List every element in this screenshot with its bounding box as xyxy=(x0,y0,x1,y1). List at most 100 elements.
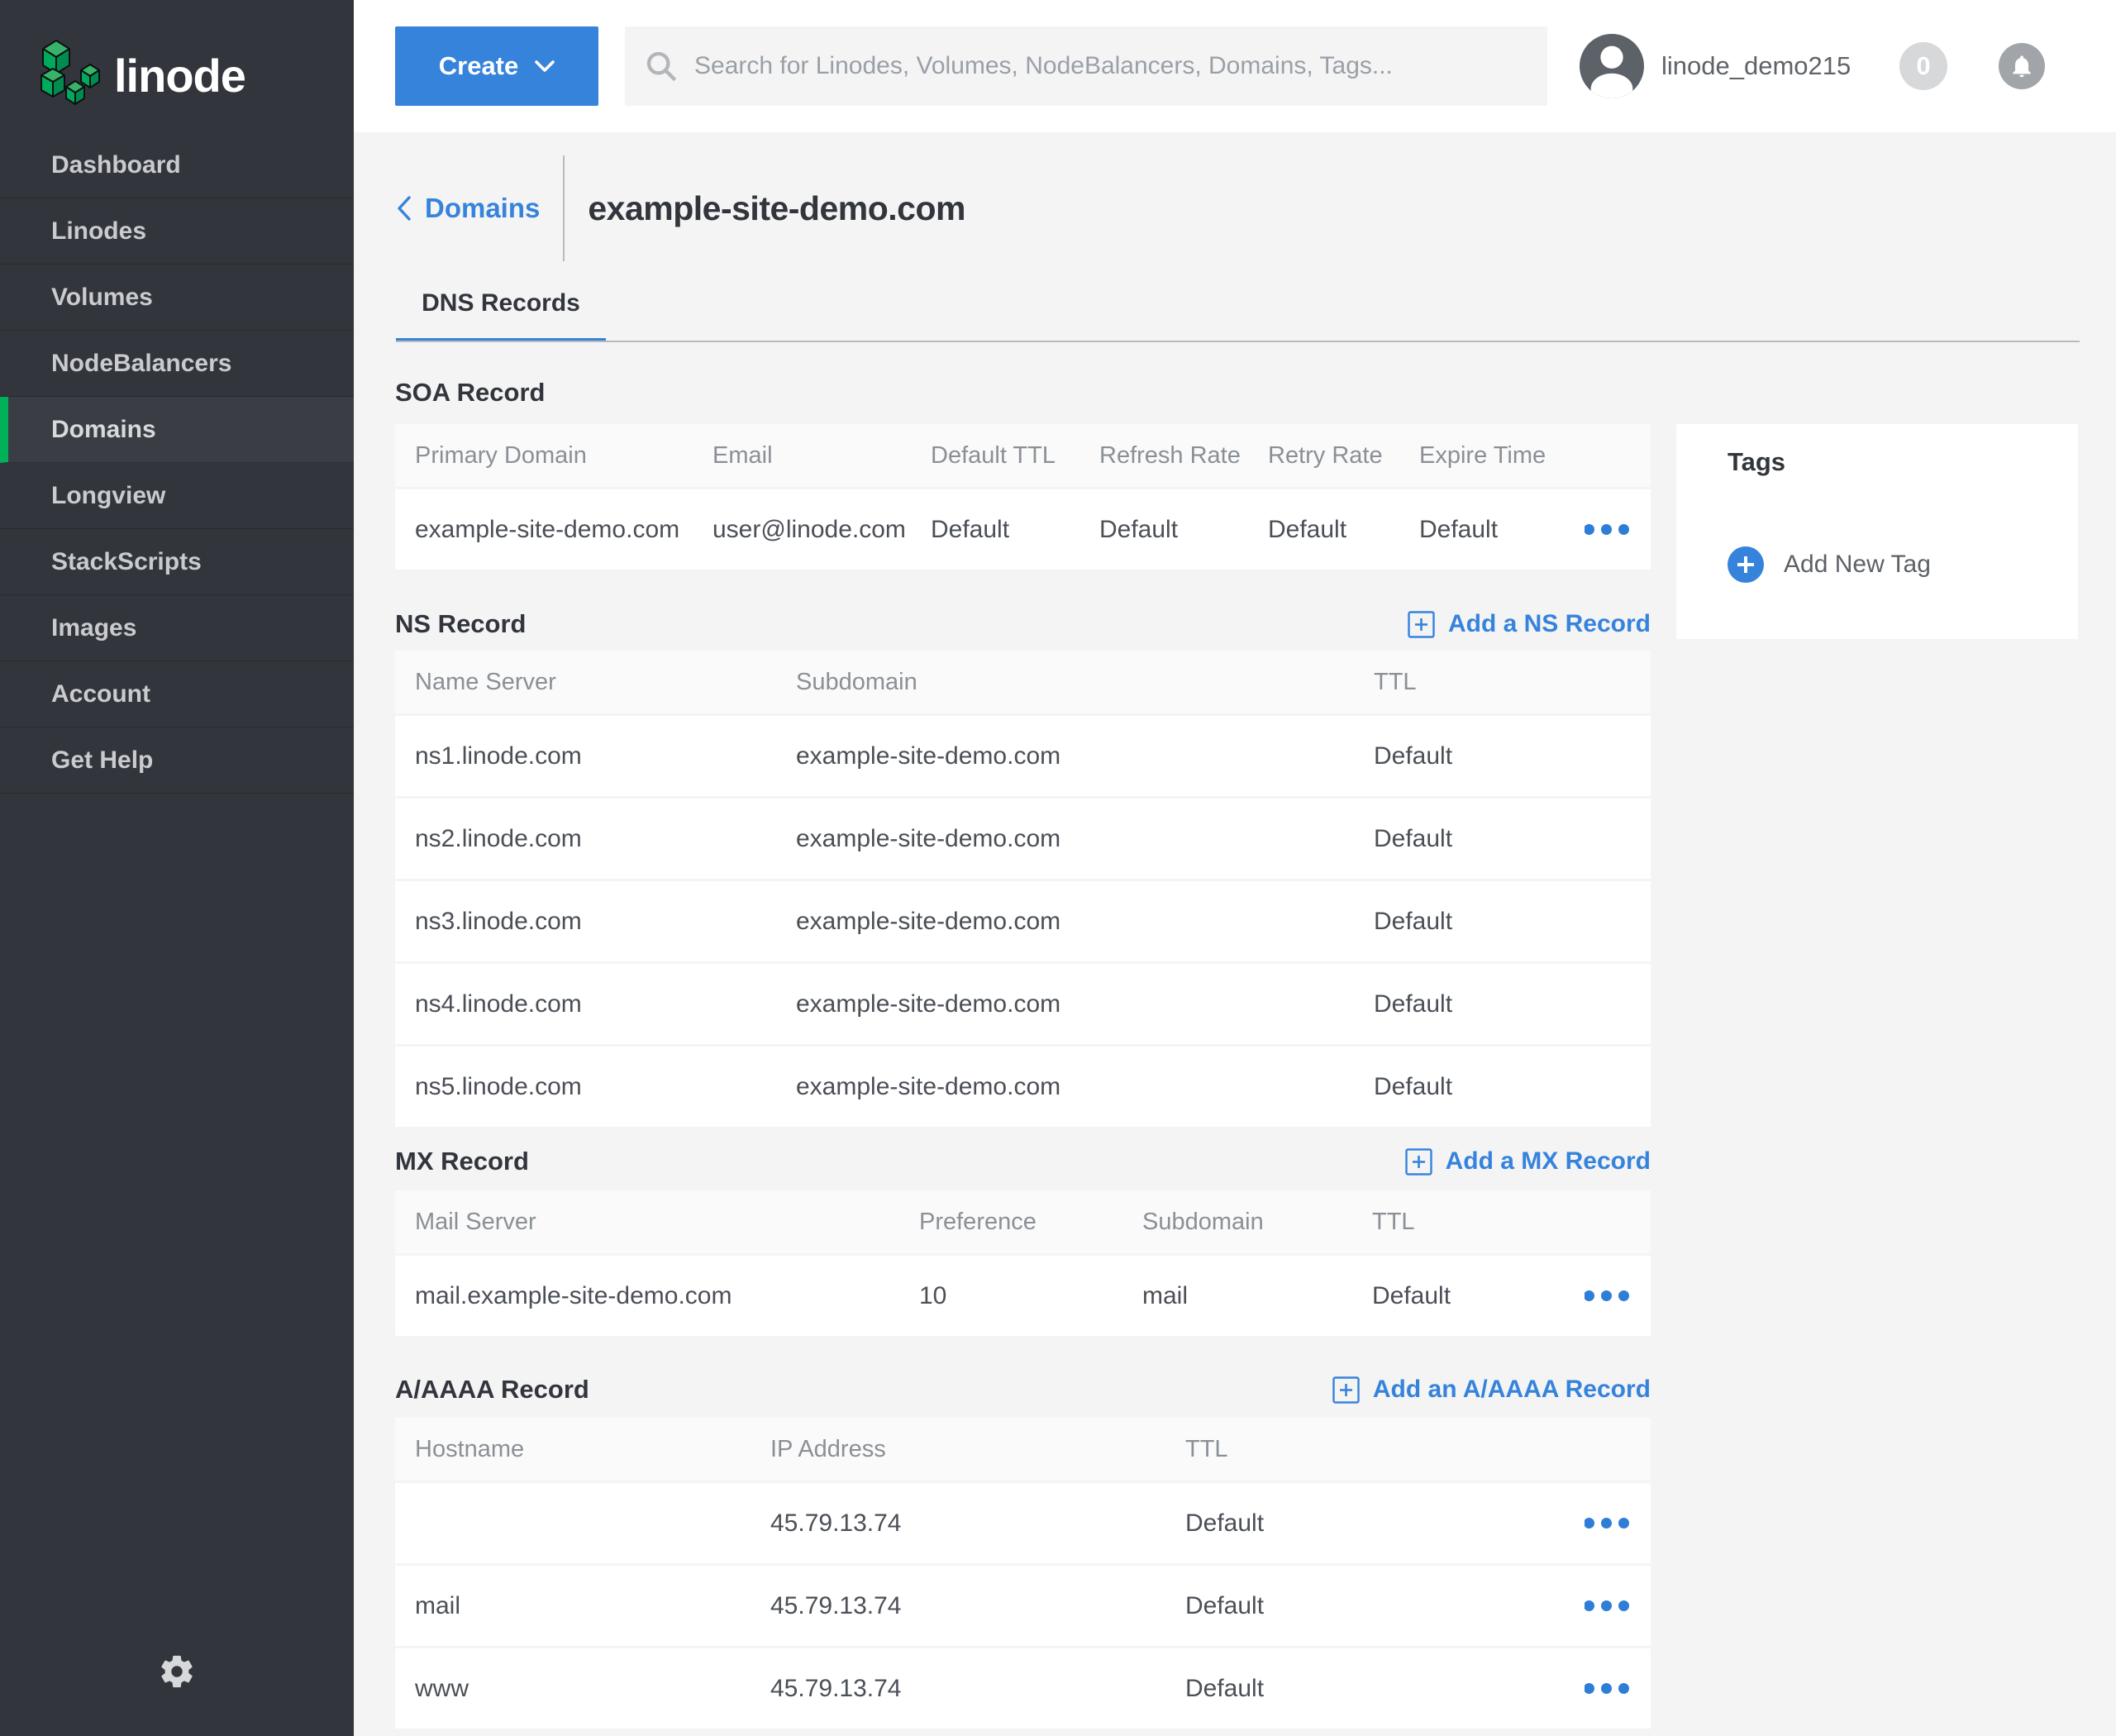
add-new-tag-button[interactable]: Add New Tag xyxy=(1728,546,1931,583)
table-row: mail.example-site-demo.com 10 mail Defau… xyxy=(395,1256,1651,1336)
sidebar: linode Dashboard Linodes Volumes NodeBal… xyxy=(0,0,354,1736)
tags-heading: Tags xyxy=(1728,447,1785,477)
gear-icon[interactable] xyxy=(158,1653,196,1691)
soa-heading: SOA Record xyxy=(395,378,545,408)
notifications-button[interactable] xyxy=(1999,43,2045,89)
page-title: example-site-demo.com xyxy=(588,189,965,228)
notification-count-badge[interactable]: 0 xyxy=(1899,42,1947,90)
cell-ttl: Default xyxy=(1374,1047,1651,1127)
column-header: Expire Time xyxy=(1419,424,1585,487)
cell-ttl: Default xyxy=(1374,881,1651,961)
sidebar-item-linodes[interactable]: Linodes xyxy=(0,198,354,265)
add-mx-record-link[interactable]: Add a MX Record xyxy=(1405,1147,1651,1176)
row-actions xyxy=(1585,489,1651,570)
a-section-header: A/AAAA Record Add an A/AAAA Record xyxy=(395,1371,1651,1409)
search-input[interactable] xyxy=(694,52,1527,80)
cell-subdomain: example-site-demo.com xyxy=(796,1047,1374,1127)
sidebar-item-stackscripts[interactable]: StackScripts xyxy=(0,529,354,595)
ellipsis-menu-button[interactable] xyxy=(1585,1683,1629,1694)
cell-subdomain: example-site-demo.com xyxy=(796,799,1374,879)
ellipsis-menu-button[interactable] xyxy=(1585,524,1629,535)
table-row: ns1.linode.com example-site-demo.com Def… xyxy=(395,716,1651,796)
add-ns-record-link[interactable]: Add a NS Record xyxy=(1408,610,1651,638)
plus-circle-icon xyxy=(1728,546,1764,583)
sidebar-item-domains[interactable]: Domains xyxy=(0,397,354,463)
cell-ttl: Default xyxy=(1372,1256,1585,1336)
row-actions xyxy=(1585,1566,1651,1646)
cell-hostname xyxy=(395,1483,770,1563)
sidebar-item-longview[interactable]: Longview xyxy=(0,463,354,529)
table-row: ns5.linode.com example-site-demo.com Def… xyxy=(395,1047,1651,1127)
cell-ttl: Default xyxy=(1374,964,1651,1044)
linode-logo-icon xyxy=(38,36,101,122)
sidebar-item-dashboard[interactable]: Dashboard xyxy=(0,132,354,198)
topbar: Create linode_demo215 0 xyxy=(354,0,2116,132)
search-icon xyxy=(645,50,678,83)
add-a-record-label: Add an A/AAAA Record xyxy=(1373,1376,1651,1404)
cell-name-server: ns1.linode.com xyxy=(395,716,796,796)
column-header: Hostname xyxy=(395,1418,770,1481)
breadcrumb-back-link[interactable]: Domains xyxy=(395,193,540,224)
cell-retry-rate: Default xyxy=(1268,489,1419,570)
linode-logo[interactable]: linode xyxy=(0,0,354,132)
add-ns-record-label: Add a NS Record xyxy=(1448,610,1651,638)
cell-name-server: ns5.linode.com xyxy=(395,1047,796,1127)
sidebar-item-get-help[interactable]: Get Help xyxy=(0,727,354,794)
main-content: Domains example-site-demo.com DNS Record… xyxy=(354,132,2116,1736)
ns-section-header: NS Record Add a NS Record xyxy=(395,605,1651,643)
column-header: TTL xyxy=(1372,1190,1585,1253)
plus-box-icon xyxy=(1405,1148,1432,1176)
mx-section-header: MX Record Add a MX Record xyxy=(395,1142,1651,1180)
cell-subdomain: example-site-demo.com xyxy=(796,964,1374,1044)
table-row: 45.79.13.74 Default xyxy=(395,1483,1651,1563)
cell-ttl: Default xyxy=(1374,716,1651,796)
back-chevron-icon xyxy=(395,195,413,222)
sidebar-item-images[interactable]: Images xyxy=(0,595,354,661)
column-header: Refresh Rate xyxy=(1099,424,1268,487)
column-header: Retry Rate xyxy=(1268,424,1419,487)
row-actions xyxy=(1585,1483,1651,1563)
add-a-record-link[interactable]: Add an A/AAAA Record xyxy=(1332,1376,1651,1404)
column-header: TTL xyxy=(1185,1418,1585,1481)
cell-name-server: ns3.linode.com xyxy=(395,881,796,961)
chevron-down-icon xyxy=(535,60,555,72)
ns-heading: NS Record xyxy=(395,609,526,639)
avatar[interactable] xyxy=(1580,34,1644,98)
a-table-header: Hostname IP Address TTL xyxy=(395,1418,1651,1481)
row-actions xyxy=(1585,1256,1651,1336)
soa-section-header: SOA Record xyxy=(395,374,1651,412)
ellipsis-menu-button[interactable] xyxy=(1585,1518,1629,1529)
soa-table-header: Primary Domain Email Default TTL Refresh… xyxy=(395,424,1651,487)
create-button[interactable]: Create xyxy=(395,26,598,106)
tab-bar-divider xyxy=(396,341,2080,342)
column-header: Name Server xyxy=(395,651,796,713)
sidebar-item-account[interactable]: Account xyxy=(0,661,354,727)
create-button-label: Create xyxy=(439,51,519,81)
brand-name: linode xyxy=(114,49,245,103)
ellipsis-menu-button[interactable] xyxy=(1585,1600,1629,1611)
tab-dns-records[interactable]: DNS Records xyxy=(396,289,606,342)
cell-ttl: Default xyxy=(1374,799,1651,879)
cell-preference: 10 xyxy=(919,1256,1142,1336)
cell-subdomain: mail xyxy=(1142,1256,1372,1336)
column-header: Default TTL xyxy=(931,424,1099,487)
cell-ip-address: 45.79.13.74 xyxy=(770,1483,1185,1563)
sidebar-nav: Dashboard Linodes Volumes NodeBalancers … xyxy=(0,132,354,794)
column-header-actions xyxy=(1585,424,1651,487)
username[interactable]: linode_demo215 xyxy=(1661,0,1851,132)
cell-ttl: Default xyxy=(1185,1648,1585,1729)
tags-panel: Tags Add New Tag xyxy=(1676,424,2078,639)
ellipsis-menu-button[interactable] xyxy=(1585,1290,1629,1301)
cell-hostname: mail xyxy=(395,1566,770,1646)
breadcrumb: Domains example-site-demo.com xyxy=(395,155,965,261)
column-header: Email xyxy=(712,424,931,487)
sidebar-item-volumes[interactable]: Volumes xyxy=(0,265,354,331)
column-header: Subdomain xyxy=(796,651,1374,713)
sidebar-item-nodebalancers[interactable]: NodeBalancers xyxy=(0,331,354,397)
bell-icon xyxy=(2009,53,2035,79)
mx-table: Mail Server Preference Subdomain TTL mai… xyxy=(395,1190,1651,1336)
ns-table-header: Name Server Subdomain TTL xyxy=(395,651,1651,713)
soa-table: Primary Domain Email Default TTL Refresh… xyxy=(395,424,1651,570)
cell-name-server: ns2.linode.com xyxy=(395,799,796,879)
cell-primary-domain: example-site-demo.com xyxy=(395,489,712,570)
